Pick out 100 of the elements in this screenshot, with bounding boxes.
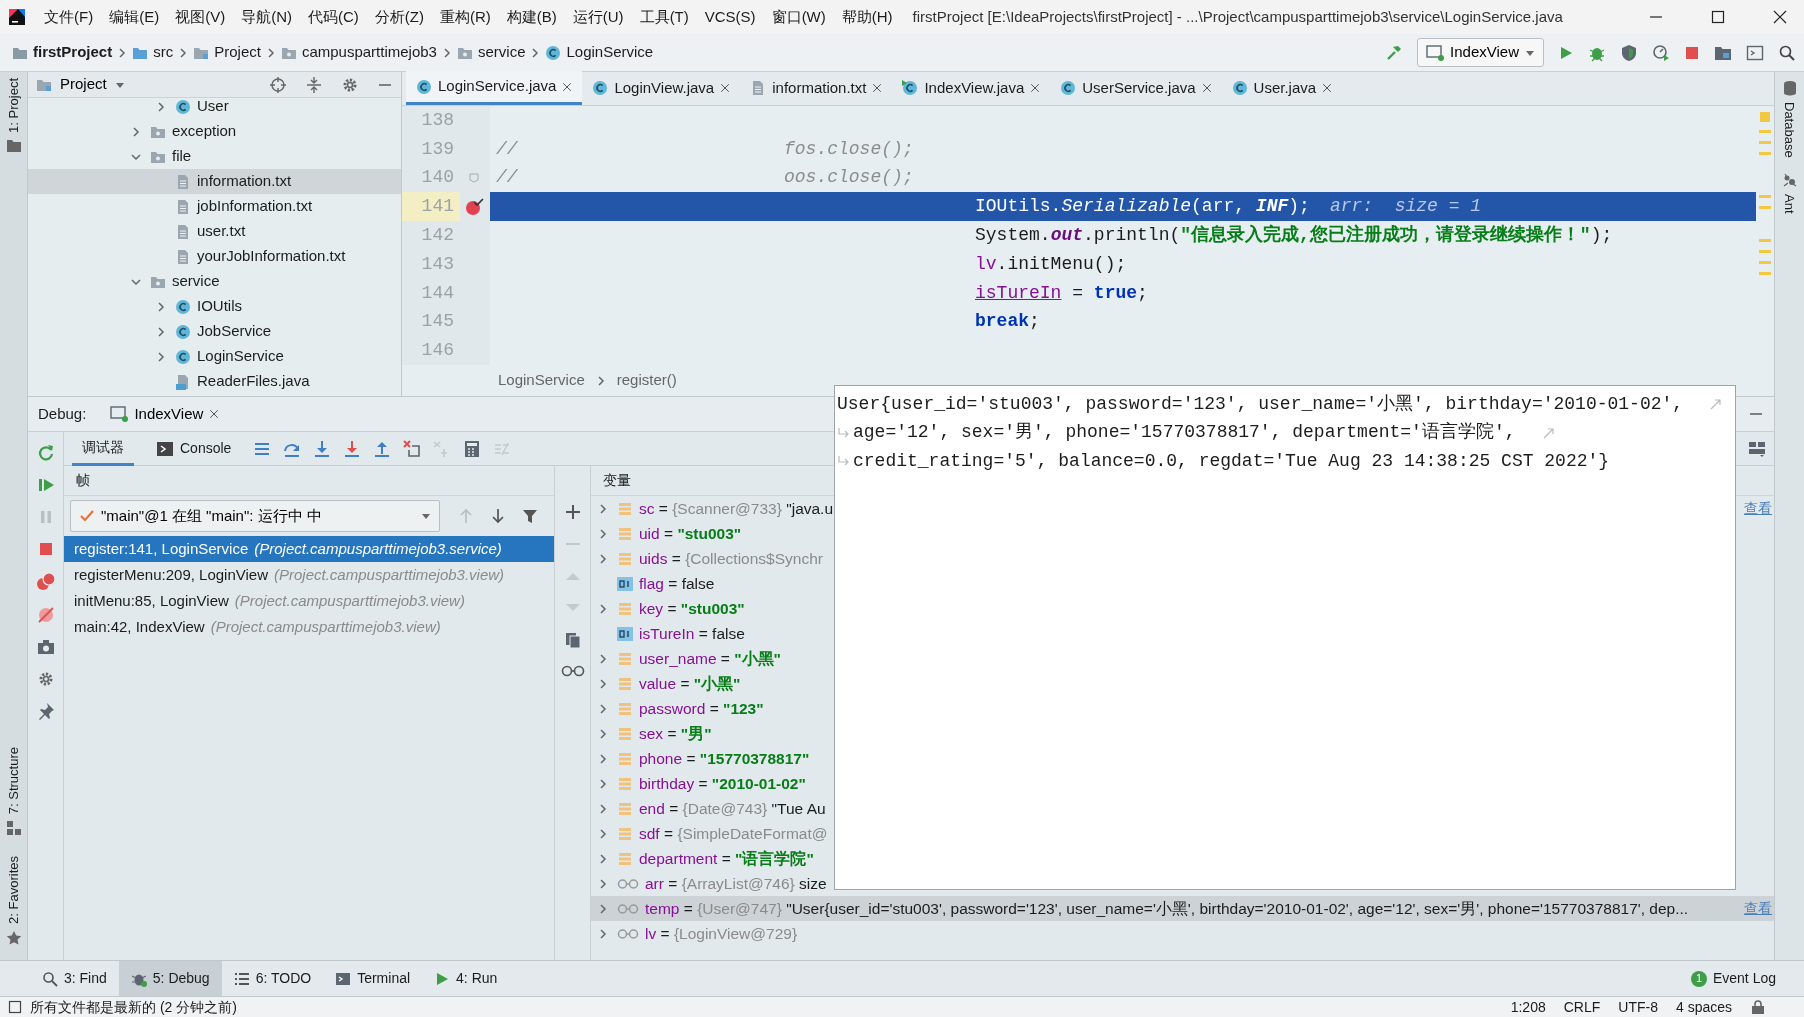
coverage-icon[interactable]	[1620, 43, 1638, 62]
tool-window-tab[interactable]: 5: Debug	[118, 960, 222, 997]
maximize-icon[interactable]	[1710, 9, 1726, 25]
step-into-icon[interactable]	[313, 439, 332, 458]
debugger-tab[interactable]: Console	[146, 431, 242, 466]
breadcrumb-item[interactable]: Project	[214, 41, 261, 64]
menu-item[interactable]: 帮助(H)	[833, 5, 901, 29]
layout-icon[interactable]	[1748, 439, 1766, 458]
variable-entry[interactable]: sdf = {SimpleDateFormat@	[639, 821, 828, 846]
force-step-into-icon[interactable]	[343, 439, 362, 458]
tree-item[interactable]: user.txt	[28, 219, 401, 244]
breadcrumb-item[interactable]: LoginService	[498, 369, 585, 392]
copy-icon[interactable]	[564, 632, 581, 648]
menu-item[interactable]: 视图(V)	[167, 5, 234, 29]
variable-entry[interactable]: sc = {Scanner@733} "java.u	[639, 496, 834, 521]
variable-entry[interactable]: value = "小黑"	[639, 671, 741, 696]
step-out-icon[interactable]	[373, 439, 392, 458]
selected-row[interactable]: temp = {User@747} "User{user_id='stu003', password='123', user_name='小黑', birthday='2010-01-02', age='12', sex='男', phone='15770378817', dep... 查看	[591, 896, 1774, 921]
tree-item[interactable]: User	[28, 94, 401, 119]
drop-frame-icon[interactable]	[403, 439, 422, 458]
terminal-icon[interactable]	[1746, 43, 1764, 62]
build-icon[interactable]	[1385, 43, 1404, 62]
variable-entry[interactable]: flag = false	[639, 571, 715, 596]
variable-entry[interactable]: user_name = "小黑"	[639, 646, 781, 671]
variable-entry[interactable]: birthday = "2010-01-02"	[639, 771, 806, 796]
variable-entry[interactable]: uids = {Collections$Synchr	[639, 546, 823, 571]
profiler-icon[interactable]	[1652, 43, 1670, 62]
breakpoints-icon[interactable]	[35, 572, 56, 592]
file-encoding[interactable]: UTF-8	[1618, 996, 1658, 1017]
tool-window-tab[interactable]: 1: Project	[3, 72, 24, 139]
breadcrumb-item[interactable]: LoginService	[566, 41, 654, 64]
tree-item[interactable]: exception	[28, 119, 401, 144]
variable-entry[interactable]: lv = {LoginView@729}	[645, 921, 798, 946]
variable-entry[interactable]: isTureIn = false	[639, 621, 745, 646]
menu-item[interactable]: 文件(F)	[36, 5, 102, 29]
tool-window-tab[interactable]: Database	[1779, 96, 1800, 164]
variable-entry[interactable]: phone = "15770378817"	[639, 746, 810, 771]
editor-tab[interactable]: User.java	[1221, 71, 1343, 105]
mute-breakpoints-icon[interactable]	[36, 606, 55, 624]
variable-entry[interactable]: key = "stu003"	[639, 596, 745, 621]
tool-window-tab[interactable]: 2: Favorites	[3, 850, 24, 930]
editor-tab[interactable]: IndexView.java	[892, 71, 1051, 105]
menu-item[interactable]: 分析(Z)	[366, 5, 432, 29]
stack-frame[interactable]: main:42, IndexView (Project.campusparttimejob3.view)	[64, 614, 554, 640]
editor-tab[interactable]: UserService.java	[1050, 71, 1222, 105]
tool-window-tab[interactable]: 6: TODO	[221, 960, 324, 997]
breadcrumb-item[interactable]: campusparttimejob3	[301, 41, 437, 64]
breakpoint-icon[interactable]	[464, 196, 484, 217]
tree-item[interactable]: yourJobInformation.txt	[28, 244, 401, 269]
tool-window-tab[interactable]: 7: Structure	[3, 740, 24, 821]
stack-frame[interactable]: initMenu:85, LoginView (Project.campusparttimejob3.view)	[64, 588, 554, 614]
tree-item[interactable]: file	[28, 144, 401, 169]
stack-frame[interactable]: register:141, LoginService (Project.campusparttimejob3.service)	[64, 536, 554, 562]
debugger-tab[interactable]: 调试器	[72, 431, 134, 466]
editor-tab[interactable]: LoginService.java	[406, 71, 583, 105]
menu-item[interactable]: VCS(S)	[696, 5, 764, 29]
resume-icon[interactable]	[36, 476, 55, 494]
variable-entry[interactable]: temp = {User@747} "User{user_id='stu003', password='123', user_name='小黑', birthday='2010-01-02', age='12', sex='男', phone='15770378817', dep...	[645, 896, 1689, 921]
run-configuration-dropdown[interactable]: IndexView	[1417, 38, 1544, 67]
plus-icon[interactable]	[564, 504, 581, 520]
menu-item[interactable]: 重构(R)	[431, 5, 499, 29]
menu-item[interactable]: 构建(B)	[498, 5, 565, 29]
tool-window-tab[interactable]: 3: Find	[30, 960, 119, 997]
variable-entry[interactable]: uid = "stu003"	[639, 521, 742, 546]
variable-entry[interactable]: password = "123"	[639, 696, 764, 721]
menu-item[interactable]: 编辑(E)	[101, 5, 168, 29]
breadcrumb-item[interactable]: src	[153, 41, 174, 64]
lock-icon[interactable]	[1750, 999, 1766, 1015]
breadcrumb-item[interactable]: firstProject	[33, 41, 113, 64]
line-separator[interactable]: CRLF	[1563, 996, 1601, 1017]
filter-icon[interactable]	[522, 508, 538, 524]
event-log-button[interactable]: 1 Event Log	[1678, 960, 1788, 997]
menu-item[interactable]: 窗口(W)	[763, 5, 834, 29]
menu-item[interactable]: 代码(C)	[300, 5, 367, 29]
watches-icon[interactable]	[560, 664, 585, 678]
tree-item[interactable]: LoginService	[28, 344, 401, 369]
tree-item[interactable]: JobService	[28, 319, 401, 344]
menu-item[interactable]: 工具(T)	[631, 5, 697, 29]
debug-session-tab[interactable]: IndexView	[102, 396, 228, 432]
menu-item[interactable]: 运行(U)	[564, 5, 632, 29]
tree-item[interactable]: service	[28, 269, 401, 294]
breadcrumb-item[interactable]: register()	[616, 369, 677, 392]
tool-window-tab[interactable]: 4: Run	[422, 960, 510, 997]
editor-tab[interactable]: LoginView.java	[582, 71, 741, 105]
rerun-icon[interactable]	[36, 444, 55, 462]
collapse-icon[interactable]	[305, 75, 323, 94]
breadcrumb-item[interactable]: service	[477, 41, 526, 64]
variable-entry[interactable]: end = {Date@743} "Tue Au	[639, 796, 826, 821]
editor-tab[interactable]: information.txt	[740, 71, 893, 105]
variable-entry[interactable]: sex = "男"	[639, 721, 712, 746]
calculator-icon[interactable]	[463, 439, 482, 458]
camera-icon[interactable]	[36, 638, 55, 656]
caret-position[interactable]: 1:208	[1510, 996, 1546, 1017]
indent-setting[interactable]: 4 spaces	[1675, 996, 1732, 1017]
variable-entry[interactable]: arr = {ArrayList@746} size	[645, 871, 827, 896]
view-link[interactable]: 查看	[1744, 498, 1774, 519]
search-icon[interactable]	[1778, 43, 1796, 62]
tree-item[interactable]: information.txt	[28, 169, 401, 194]
run-icon[interactable]	[1558, 44, 1574, 61]
tree-item[interactable]: IOUtils	[28, 294, 401, 319]
